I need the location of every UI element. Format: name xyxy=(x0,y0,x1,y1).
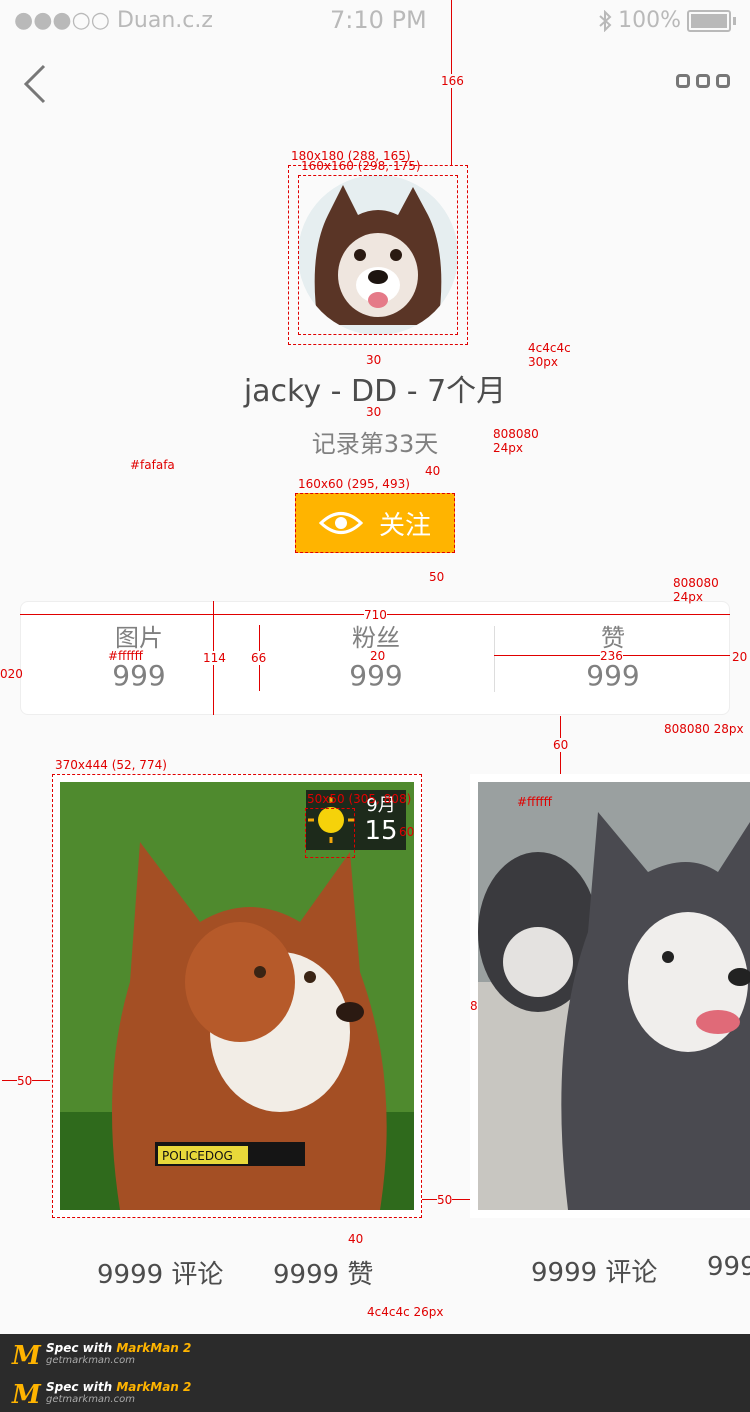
battery-percent: 100% xyxy=(618,8,681,33)
status-right: 100% xyxy=(598,8,736,33)
photo-card[interactable] xyxy=(470,774,750,1218)
status-time: 7:10 PM xyxy=(330,6,427,34)
card-likes[interactable]: 999 xyxy=(707,1252,750,1282)
card-likes[interactable]: 9999 赞 xyxy=(273,1254,373,1291)
card-comments[interactable]: 9999 评论 xyxy=(97,1254,223,1291)
markman-logo-icon: M xyxy=(12,1379,41,1410)
status-bar: ●●●○○ Duan.c.z 7:10 PM 100% xyxy=(0,0,750,40)
markman-footer: M Spec with MarkMan 2 getmarkman.com xyxy=(0,1373,750,1412)
profile-name: jacky - DD - 7个月 xyxy=(243,374,507,409)
markman-footer: M Spec with MarkMan 2 getmarkman.com xyxy=(0,1334,750,1373)
more-icon[interactable] xyxy=(676,74,730,88)
carrier-label: ●●●○○ Duan.c.z xyxy=(14,8,213,33)
battery-icon xyxy=(687,9,731,32)
card-photo xyxy=(478,782,750,1210)
back-icon[interactable] xyxy=(18,62,54,106)
markman-logo-icon: M xyxy=(12,1340,41,1371)
record-days: 记录第33天 xyxy=(311,430,439,458)
bluetooth-icon xyxy=(599,9,612,32)
dog-photo-image xyxy=(478,782,750,1210)
card-comments[interactable]: 9999 评论 xyxy=(531,1252,657,1289)
